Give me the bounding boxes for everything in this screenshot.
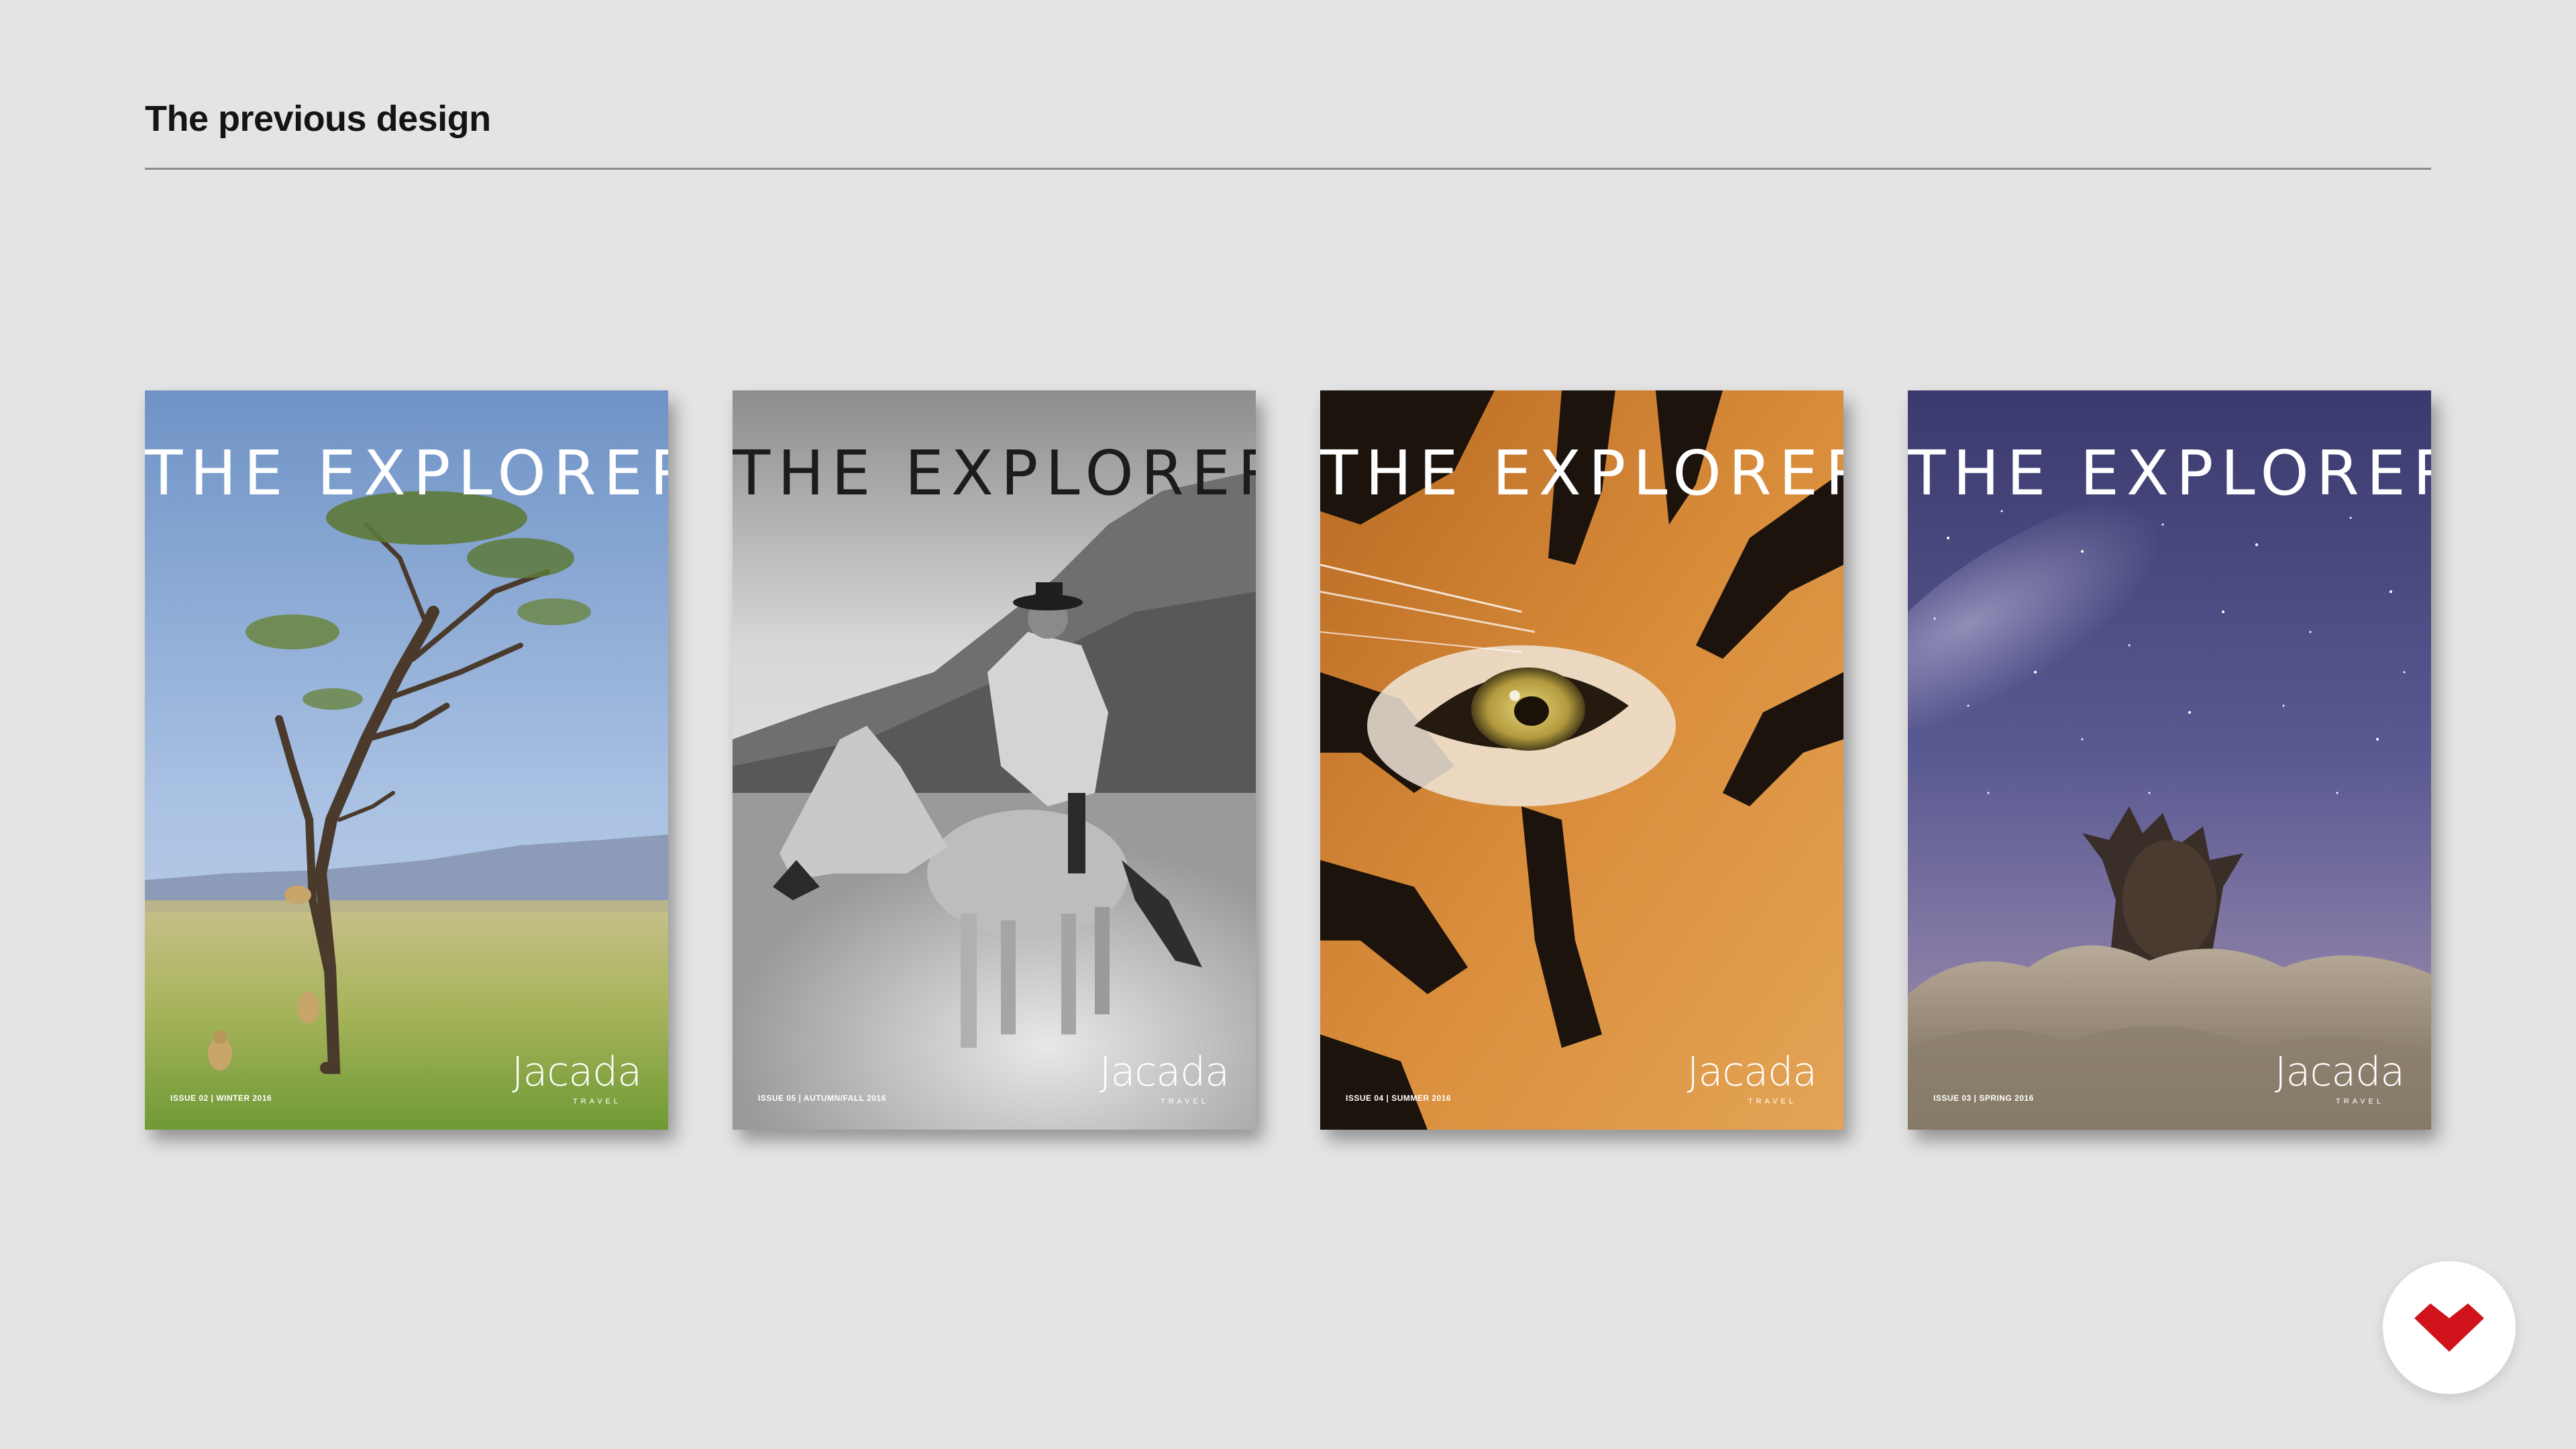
magazine-cover-winter[interactable]: THE EXPLORER ISSUE 02 | WINTER 2016 Jaca… [145, 390, 668, 1130]
cover-title: THE EXPLORER [1908, 437, 2431, 509]
page-title: The previous design [145, 99, 491, 139]
cover-gallery: THE EXPLORER ISSUE 02 | WINTER 2016 Jaca… [145, 390, 2431, 1130]
cover-brand-subtitle: TRAVEL [2336, 1097, 2384, 1106]
cover-brand-logo: Jacada [1099, 1049, 1230, 1095]
cover-title: THE EXPLORER [733, 437, 1256, 509]
cover-brand-subtitle: TRAVEL [1161, 1097, 1209, 1106]
cover-brand-subtitle: TRAVEL [1748, 1097, 1796, 1106]
magazine-cover-summer[interactable]: THE EXPLORER ISSUE 04 | SUMMER 2016 Jaca… [1320, 390, 1843, 1130]
cover-brand-logo: Jacada [511, 1049, 642, 1095]
slide: The previous design THE EXPLORER ISSUE 0… [0, 0, 2576, 1449]
brand-chevron-icon [2414, 1303, 2484, 1352]
title-divider [145, 168, 2431, 170]
cover-title: THE EXPLORER [1320, 437, 1843, 509]
cover-issue-label: ISSUE 03 | SPRING 2016 [1933, 1093, 2034, 1103]
cover-title: THE EXPLORER [145, 437, 668, 509]
cover-brand-logo: Jacada [2274, 1049, 2405, 1095]
cover-brand-logo: Jacada [1686, 1049, 1817, 1095]
cover-issue-label: ISSUE 02 | WINTER 2016 [170, 1093, 272, 1103]
brand-badge[interactable] [2383, 1261, 2516, 1394]
cover-brand-subtitle: TRAVEL [573, 1097, 621, 1106]
magazine-cover-spring[interactable]: THE EXPLORER ISSUE 03 | SPRING 2016 Jaca… [1908, 390, 2431, 1130]
cover-issue-label: ISSUE 04 | SUMMER 2016 [1346, 1093, 1452, 1103]
cover-issue-label: ISSUE 05 | AUTUMN/FALL 2016 [758, 1093, 886, 1103]
magazine-cover-autumn[interactable]: THE EXPLORER ISSUE 05 | AUTUMN/FALL 2016… [733, 390, 1256, 1130]
